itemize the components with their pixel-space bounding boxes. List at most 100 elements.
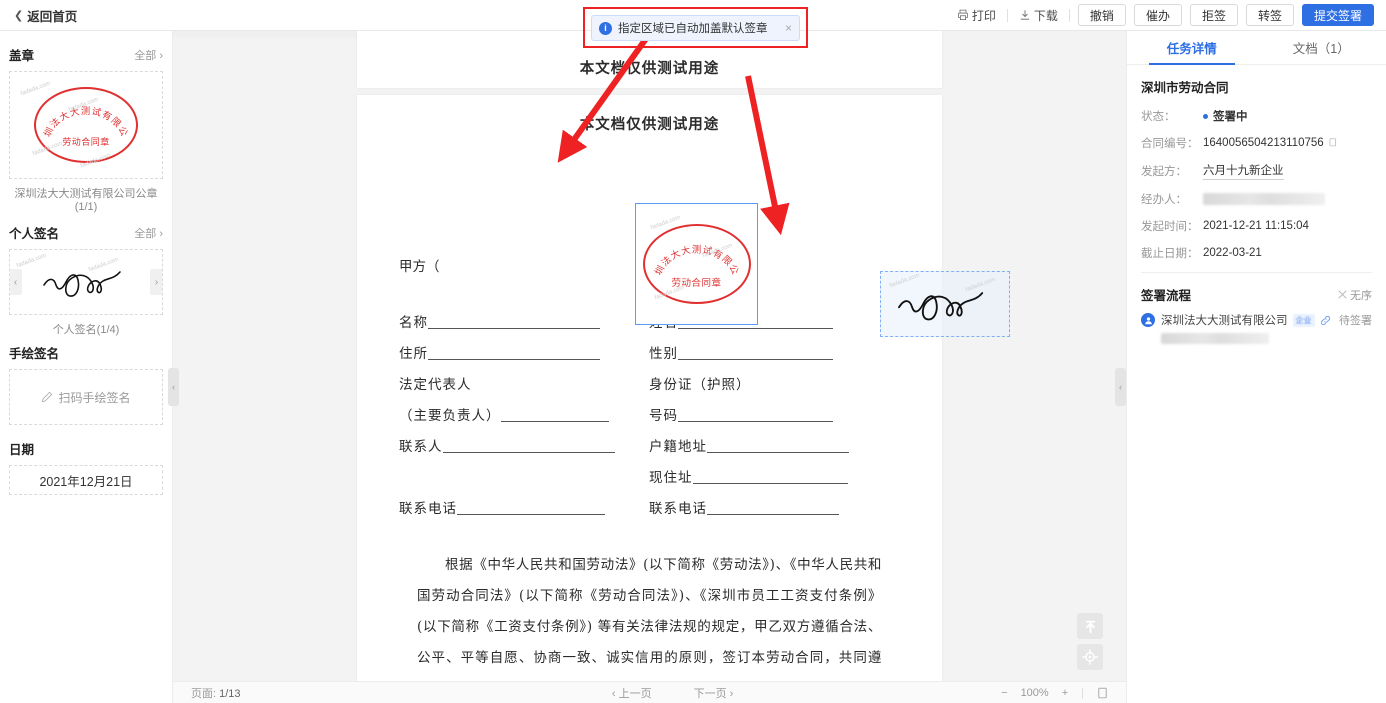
- svg-text:深圳法大大测试有限公司: 深圳法大大测试有限公司: [646, 233, 741, 277]
- detail-row-contract-no: 合同编号： 1640056504213110756: [1141, 135, 1372, 151]
- placed-seal-field[interactable]: 深圳法大大测试有限公司 劳动合同章 fadada.com fadada.com …: [635, 203, 758, 325]
- status-badge: 签署中: [1203, 108, 1248, 124]
- signature-scribble-icon: [898, 292, 984, 321]
- zoom-in-button[interactable]: +: [1062, 687, 1068, 699]
- signature-section-title: 个人签名: [9, 227, 60, 241]
- sign-flow-order: 无序: [1338, 287, 1372, 303]
- sign-flow-header: 签署流程 无序: [1141, 273, 1372, 312]
- back-home-button[interactable]: ❮ 返回首页: [14, 6, 77, 25]
- field-phone-right: 联系电话: [649, 497, 839, 517]
- download-icon: [1020, 10, 1030, 20]
- document-viewer[interactable]: 本文档仅供测试用途 本文档仅供测试用途 甲方（ 乙方(员工) 名称 住所 法定代…: [173, 31, 1126, 703]
- field-legal-rep-left: 法定代表人: [399, 377, 472, 393]
- contract-title: 深圳市劳动合同: [1141, 81, 1229, 95]
- zoom-controls: − 100% + |: [1001, 687, 1108, 699]
- reject-sign-button[interactable]: 拒签: [1189, 4, 1238, 26]
- scroll-to-top-icon: [1085, 620, 1095, 633]
- placed-company-seal: 深圳法大大测试有限公司 劳动合同章: [642, 224, 751, 304]
- seal-thumbnail[interactable]: 深圳法大大测试有限公司 劳动合同章 fadada.com fadada.com …: [9, 71, 163, 179]
- pencil-icon: [42, 391, 53, 403]
- close-icon[interactable]: ×: [785, 21, 792, 35]
- rightpanel-collapse-handle[interactable]: ‹: [1115, 368, 1126, 406]
- detail-row-initiate-time: 发起时间： 2021-12-21 11:15:04: [1141, 218, 1372, 234]
- signature-next-arrow[interactable]: ›: [150, 269, 162, 295]
- svg-text:深圳法大大测试有限公司: 深圳法大大测试有限公司: [35, 96, 130, 139]
- handdraw-section-header: 手绘签名: [9, 343, 163, 362]
- document-page-current: 本文档仅供测试用途 甲方（ 乙方(员工) 名称 住所 法定代表人 （主要负责人）…: [357, 95, 1010, 701]
- signature-caption: 个人签名(1/4): [52, 324, 120, 336]
- print-label: 打印: [971, 8, 996, 23]
- status-value: 签署中: [1213, 111, 1248, 123]
- signer-sub-masked: [1161, 333, 1372, 347]
- initiate-time-value: 2021-12-21 11:15:04: [1203, 220, 1309, 232]
- download-button[interactable]: 下载: [1008, 7, 1069, 24]
- page-indicator: 页面: 1/13: [191, 685, 241, 701]
- signature-section-header: 个人签名 全部 ›: [9, 223, 163, 242]
- panel-tabs: 任务详情 文档（1）: [1127, 31, 1386, 65]
- signature-prev-arrow[interactable]: ‹: [10, 269, 22, 295]
- seal-arc-text: 深圳法大大测试有限公司: [35, 96, 130, 139]
- page-watermark: 本文档仅供测试用途: [579, 116, 720, 133]
- sign-flow-item[interactable]: 深圳法大大测试有限公司 企业 待签署: [1141, 312, 1372, 347]
- seal-section-title: 盖章: [9, 49, 35, 63]
- banner-highlight-box: i 指定区域已自动加盖默认签章 ×: [583, 7, 808, 48]
- prev-page-button[interactable]: ‹ 上一页: [612, 685, 652, 701]
- copy-icon[interactable]: [1329, 138, 1338, 148]
- header-actions: 打印 下载 撤销 催办 拒签 转签 提交签署: [946, 0, 1386, 30]
- next-page-button[interactable]: 下一页 ›: [694, 685, 734, 701]
- detail-key: 发起方：: [1141, 166, 1187, 178]
- seal-arc-text: 深圳法大大测试有限公司: [646, 233, 741, 277]
- seal-all-dropdown[interactable]: 全部 ›: [134, 47, 163, 63]
- tab-task-detail[interactable]: 任务详情: [1127, 31, 1257, 65]
- locate-icon: [1082, 649, 1098, 665]
- initiator-value: 六月十九新企业: [1203, 162, 1284, 180]
- auto-seal-notification: i 指定区域已自动加盖默认签章 ×: [591, 15, 800, 41]
- placed-signature-field[interactable]: fadada.com fadada.com: [880, 271, 1010, 337]
- field-household-right: 户籍地址: [649, 435, 849, 455]
- scroll-to-top-button[interactable]: [1077, 613, 1103, 639]
- page-watermark: 本文档仅供测试用途: [579, 60, 720, 77]
- signature-thumbnail[interactable]: ‹ fadada.com fadada.com ›: [9, 249, 163, 315]
- detail-key: 截止日期：: [1141, 248, 1199, 260]
- signature-all-dropdown[interactable]: 全部 ›: [134, 225, 163, 241]
- page-label: 页面:: [191, 687, 217, 700]
- transfer-sign-button[interactable]: 转签: [1245, 4, 1294, 26]
- tab-documents[interactable]: 文档（1）: [1257, 31, 1386, 64]
- date-section-header: 日期: [9, 439, 163, 458]
- detail-key: 状态：: [1141, 111, 1176, 123]
- urge-button[interactable]: 催办: [1133, 4, 1182, 26]
- signer-avatar-icon: [1141, 313, 1155, 327]
- scan-handdraw-button[interactable]: 扫码手绘签名: [9, 369, 163, 425]
- zoom-out-button[interactable]: −: [1001, 687, 1007, 699]
- submit-sign-button[interactable]: 提交签署: [1301, 4, 1374, 26]
- masked-text: [1161, 333, 1269, 344]
- date-chip[interactable]: 2021年12月21日: [9, 465, 163, 495]
- panel-body: 深圳市劳动合同 状态： 签署中 合同编号： 164005650421311075…: [1127, 65, 1386, 347]
- field-idcard-right: 身份证（护照）: [649, 377, 751, 393]
- field-principal-left: （主要负责人）: [399, 404, 609, 424]
- sidebar-collapse-handle[interactable]: ‹: [168, 368, 179, 406]
- date-section-title: 日期: [9, 443, 35, 457]
- link-icon[interactable]: [1320, 315, 1331, 326]
- print-button[interactable]: 打印: [946, 7, 1007, 24]
- detail-key: 经办人：: [1141, 194, 1187, 206]
- party-a-label: 甲方（: [399, 259, 440, 275]
- signing-app: ❮ 返回首页 打印 下载 撤销 催办 拒签 转签 提交签署 i 指定区域已自动加…: [0, 0, 1386, 703]
- revoke-button[interactable]: 撤销: [1077, 4, 1126, 26]
- unordered-icon: [1338, 290, 1347, 299]
- field-number-right: 号码: [649, 404, 833, 424]
- back-home-label: 返回首页: [27, 9, 78, 24]
- locate-button[interactable]: [1077, 644, 1103, 670]
- field-current-address-right: 现住址: [649, 466, 848, 486]
- sign-resources-sidebar: 盖章 全部 › 深圳法大大测试有限公司 劳动合同章 fadada.com fad…: [0, 31, 173, 703]
- handdraw-section-title: 手绘签名: [9, 347, 60, 361]
- fit-page-icon[interactable]: [1097, 687, 1108, 699]
- status-dot-icon: [1203, 113, 1208, 119]
- deadline-value: 2022-03-21: [1203, 247, 1262, 259]
- field-address-left: 住所: [399, 342, 600, 362]
- field-phone-left: 联系电话: [399, 497, 605, 517]
- field-contact-person-left: 联系人: [399, 435, 615, 455]
- chevron-left-icon: ❮: [14, 9, 24, 22]
- scan-handdraw-label: 扫码手绘签名: [58, 390, 131, 405]
- page-value: 1/13: [219, 687, 241, 700]
